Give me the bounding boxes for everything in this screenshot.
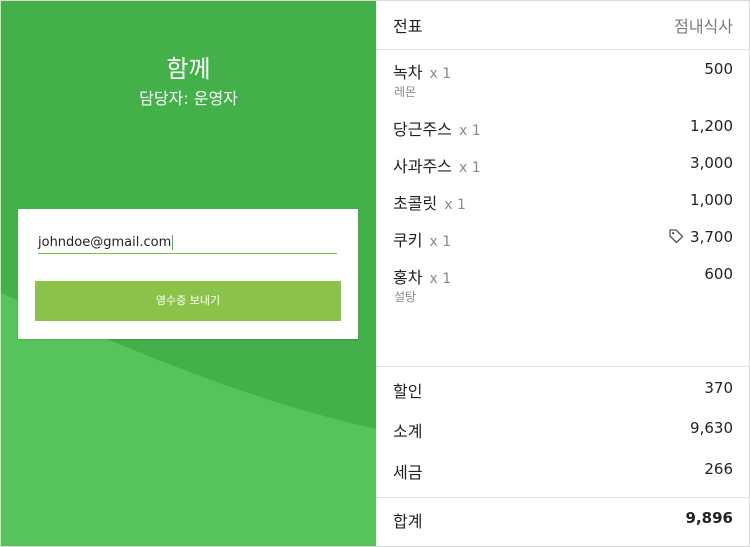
tag-icon [669,229,684,244]
customer-panel: 함께 담당자: 운영자 johndoe@gmail.com 영수증 보내기 [1,1,376,546]
item-price-row: 3,700 [668,228,733,246]
item-name-row: 홍차 x 1 [393,264,451,288]
receipt-title: 전표 [393,17,423,36]
tax-value: 266 [704,460,733,478]
item-quantity: x 1 [429,66,452,82]
email-field[interactable]: johndoe@gmail.com [38,233,337,254]
item-price: 3,700 [690,228,733,246]
summary-divider [376,366,749,367]
item-name-row: 초콜릿 x 1 [393,190,466,214]
tax-label: 세금 [393,463,423,482]
line-item[interactable]: 쿠키 x 1 3,700 [376,227,749,253]
item-name: 초콜릿 [393,194,438,213]
line-item[interactable]: 녹차 x 1 500 레몬 [376,59,749,99]
item-name-row: 사과주스 x 1 [393,153,481,177]
item-name-row: 녹차 x 1 [393,59,451,83]
item-name: 쿠키 [393,231,423,250]
tax-row: 세금 266 [376,459,749,482]
subtotal-value: 9,630 [690,419,733,437]
receipt-panel: 전표 점내식사 녹차 x 1 500 레몬 당근주스 x 1 1,200 사과주… [376,1,749,546]
shop-name: 함께 [166,55,211,83]
send-receipt-button[interactable]: 영수증 보내기 [35,281,341,321]
total-label: 합계 [393,512,423,531]
subtotal-label: 소계 [393,422,423,441]
item-price: 3,000 [690,154,733,172]
item-modifier: 레몬 [394,85,417,99]
item-quantity: x 1 [458,123,481,139]
item-price: 600 [704,265,733,283]
text-cursor [172,235,174,250]
item-price: 1,200 [690,117,733,135]
item-name: 당근주스 [393,120,452,139]
item-name-row: 쿠키 x 1 [393,227,451,251]
item-name: 녹차 [393,63,423,82]
email-value: johndoe@gmail.com [38,235,172,250]
item-quantity: x 1 [429,271,452,287]
item-quantity: x 1 [458,160,481,176]
receipt-header: 전표 점내식사 [376,1,749,50]
total-divider [376,497,749,498]
subtotal-row: 소계 9,630 [376,418,749,441]
item-quantity: x 1 [429,234,452,250]
line-item[interactable]: 초콜릿 x 1 1,000 [376,190,749,216]
line-item[interactable]: 당근주스 x 1 1,200 [376,116,749,142]
discount-value: 370 [704,379,733,397]
line-item[interactable]: 홍차 x 1 600 설탕 [376,264,749,304]
item-price: 500 [704,60,733,78]
order-type: 점내식사 [674,17,733,36]
item-quantity: x 1 [444,197,466,213]
item-name: 사과주스 [393,157,452,176]
total-row: 합계 9,896 [376,508,749,531]
line-item[interactable]: 사과주스 x 1 3,000 [376,153,749,179]
discount-row: 할인 370 [376,378,749,401]
discount-label: 할인 [393,382,423,401]
staff-label: 담당자: 운영자 [139,89,238,108]
item-name-row: 당근주스 x 1 [393,116,481,140]
email-receipt-card: johndoe@gmail.com 영수증 보내기 [18,209,358,339]
item-price: 1,000 [690,191,733,209]
item-name: 홍차 [393,268,423,287]
app-window: 함께 담당자: 운영자 johndoe@gmail.com 영수증 보내기 전표… [0,0,750,547]
total-value: 9,896 [685,509,733,527]
item-modifier: 설탕 [394,290,417,304]
